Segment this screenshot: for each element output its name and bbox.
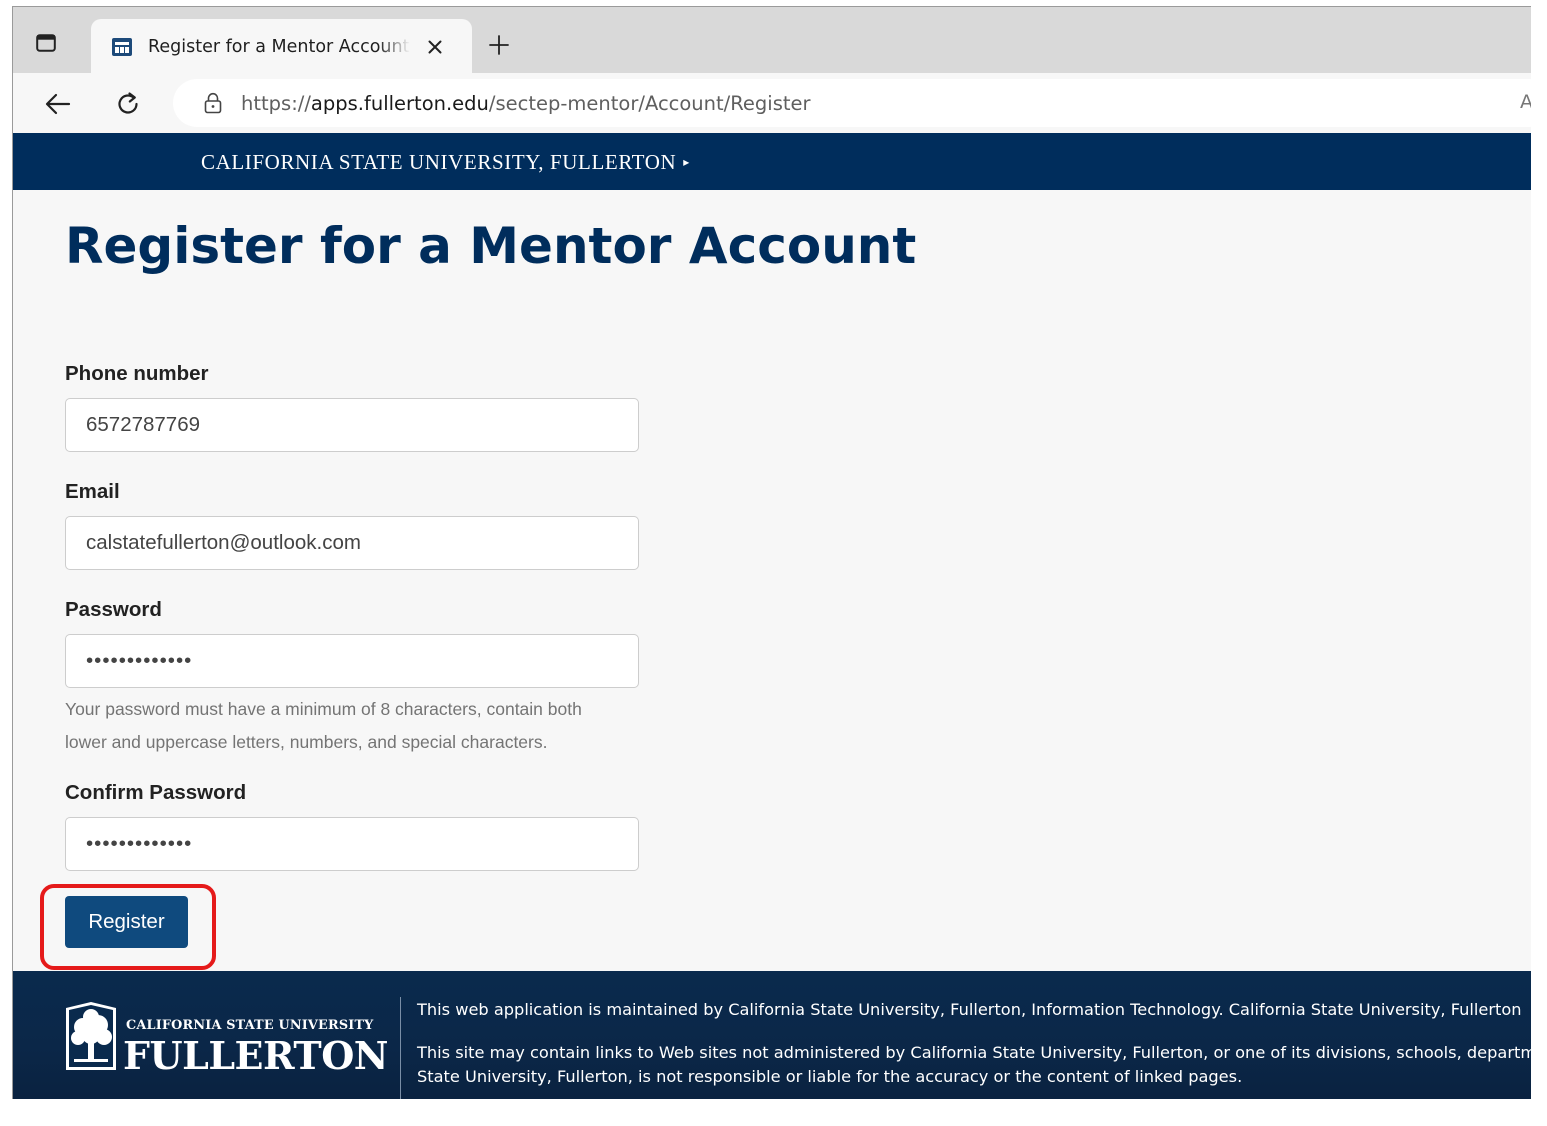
footer: CALIFORNIA STATE UNIVERSITY FULLERTON Th… [13,971,1531,1099]
url-path: /sectep-mentor/Account/Register [488,91,811,115]
logo-text-line1: CALIFORNIA STATE UNIVERSITY [126,1018,374,1033]
lock-icon[interactable] [203,92,223,114]
footer-disclaimer-line1: This site may contain links to Web sites… [417,1043,1531,1062]
footer-disclaimer-text: This site may contain links to Web sites… [417,1041,1531,1089]
password-help-line1: Your password must have a minimum of 8 c… [65,699,582,719]
email-input[interactable] [65,516,639,570]
footer-maintained-text: This web application is maintained by Ca… [417,1000,1522,1019]
confirm-password-input[interactable] [65,817,639,871]
phone-input[interactable] [65,398,639,452]
active-tab[interactable]: Register for a Mentor Account - SECTEP M… [91,19,472,75]
footer-divider [400,997,401,1099]
register-button-highlight [40,884,216,970]
footer-disclaimer-line2: State University, Fullerton, is not resp… [417,1067,1243,1086]
tab-actions-icon [36,34,56,52]
back-arrow-icon[interactable] [43,89,73,119]
close-tab-icon[interactable] [424,36,446,58]
password-label: Password [65,598,162,621]
logo-text-line2: FULLERTON [123,1033,389,1078]
tab-strip: Register for a Mentor Account - SECTEP M… [13,7,1531,75]
email-label: Email [65,480,120,503]
password-input[interactable] [65,634,639,688]
tab-title: Register for a Mentor Account - SECTEP M… [148,37,410,57]
browser-window: Register for a Mentor Account - SECTEP M… [12,6,1531,1099]
url-host: apps.fullerton.edu [310,91,489,115]
url-scheme: https:// [241,91,311,115]
university-home-link[interactable]: CALIFORNIA STATE UNIVERSITY, FULLERTON ▸ [201,150,690,175]
phone-label: Phone number [65,362,209,385]
new-tab-icon[interactable] [487,33,511,57]
read-aloud-icon[interactable]: A [1520,91,1531,113]
url-text: https://apps.fullerton.edu/sectep-mentor… [241,92,811,115]
confirm-password-label: Confirm Password [65,781,247,804]
tab-actions-button[interactable] [33,30,59,56]
csuf-logo: CALIFORNIA STATE UNIVERSITY FULLERTON [65,1001,389,1078]
university-header-bar: CALIFORNIA STATE UNIVERSITY, FULLERTON ▸ [13,133,1531,190]
tree-seal-icon [66,1002,116,1070]
chevron-right-icon: ▸ [683,155,690,169]
password-help-line2: lower and uppercase letters, numbers, an… [65,732,548,752]
address-bar[interactable]: https://apps.fullerton.edu/sectep-mentor… [173,79,1531,127]
browser-toolbar: https://apps.fullerton.edu/sectep-mentor… [13,73,1531,133]
page-title: Register for a Mentor Account [65,217,917,275]
password-help-text: Your password must have a minimum of 8 c… [65,693,665,759]
reload-icon[interactable] [113,89,143,119]
site-favicon-icon [111,36,133,58]
university-link-text: CALIFORNIA STATE UNIVERSITY, FULLERTON [201,150,677,174]
